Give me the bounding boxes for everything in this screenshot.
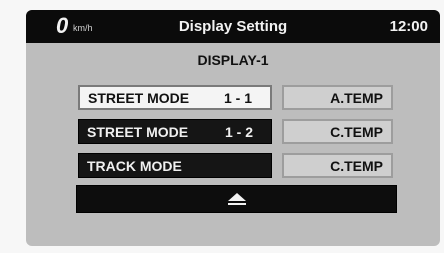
clock: 12:00 xyxy=(389,18,428,35)
temp-button-row-1[interactable]: A.TEMP xyxy=(282,85,393,110)
track-mode-button[interactable]: TRACK MODE xyxy=(78,153,272,178)
temp-button-row-2[interactable]: C.TEMP xyxy=(282,119,393,144)
display-screen: 0 km/h Display Setting 12:00 DISPLAY-1 S… xyxy=(26,10,440,246)
street-mode-1-1-button[interactable]: STREET MODE 1 - 1 xyxy=(78,85,272,110)
mode-number: 1 - 1 xyxy=(223,89,252,106)
mode-number: 1 - 2 xyxy=(224,123,253,140)
eject-icon xyxy=(227,193,246,205)
temp-button-row-3[interactable]: C.TEMP xyxy=(282,153,393,178)
mode-label: TRACK MODE xyxy=(87,157,182,174)
mode-label: STREET MODE xyxy=(87,123,189,140)
page-title: Display Setting xyxy=(178,18,288,35)
header-bar: 0 km/h Display Setting 12:00 xyxy=(26,10,440,43)
eject-button[interactable] xyxy=(76,185,397,213)
display-subtitle: DISPLAY-1 xyxy=(197,52,269,68)
street-mode-1-2-button[interactable]: STREET MODE 1 - 2 xyxy=(78,119,272,144)
mode-label: STREET MODE xyxy=(88,89,190,106)
